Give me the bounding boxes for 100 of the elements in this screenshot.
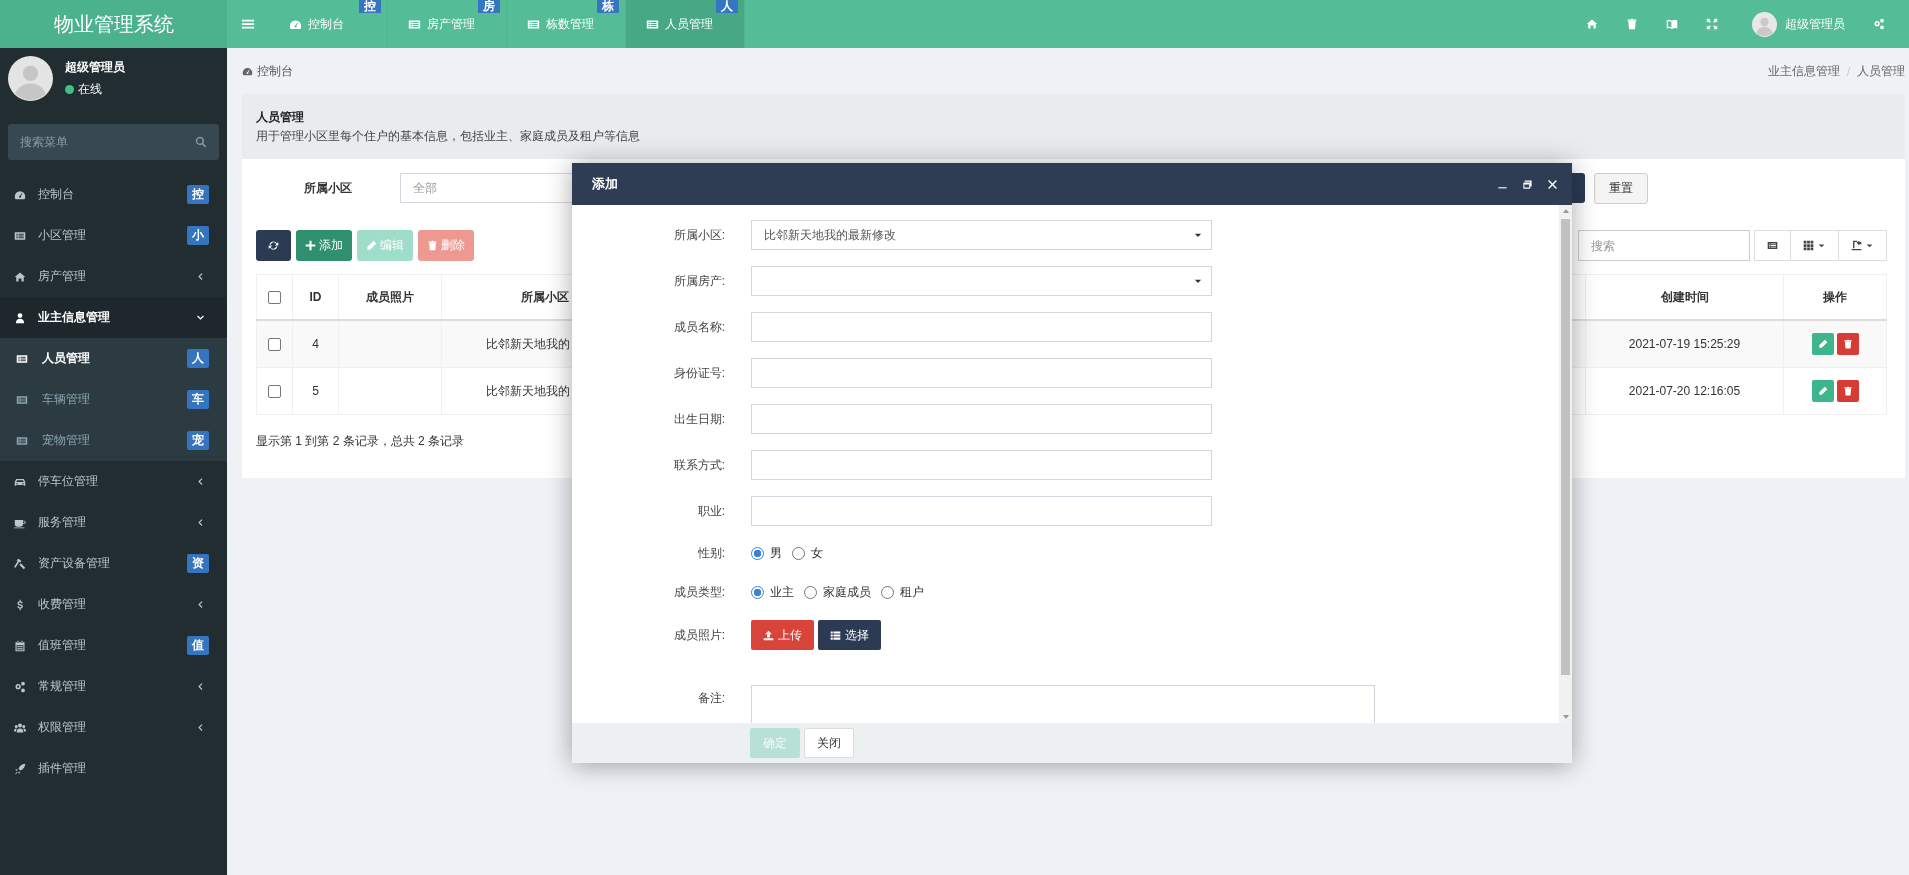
- radio-option[interactable]: 租户: [881, 583, 924, 601]
- search-icon[interactable]: [195, 136, 207, 148]
- search-field[interactable]: 搜索菜单: [8, 124, 219, 160]
- menu-icon[interactable]: [241, 17, 255, 31]
- nav-tab[interactable]: 控制台 控: [269, 0, 388, 48]
- input-field[interactable]: [751, 358, 1212, 388]
- radio-label[interactable]: 家庭成员: [823, 583, 871, 601]
- trash-icon[interactable]: [1626, 18, 1638, 30]
- radio-button[interactable]: [804, 585, 817, 599]
- row-checkbox[interactable]: [268, 338, 281, 352]
- menu-item[interactable]: 常规管理: [0, 666, 227, 707]
- rocket-icon: [14, 762, 26, 775]
- field-label: 备注:: [696, 690, 725, 707]
- input-field[interactable]: [751, 496, 1212, 526]
- home-icon[interactable]: [1586, 18, 1598, 30]
- menu-item[interactable]: 收费管理: [0, 584, 227, 625]
- fullscreen-icon[interactable]: [1706, 18, 1718, 30]
- export-button[interactable]: [1838, 230, 1887, 261]
- user-name: 超级管理员: [65, 59, 125, 76]
- delete-button[interactable]: [1836, 380, 1859, 402]
- breadcrumb-item[interactable]: 人员管理: [1857, 62, 1905, 80]
- list-icon: [527, 17, 540, 31]
- menu-item[interactable]: 业主信息管理: [0, 297, 227, 338]
- radio-label[interactable]: 业主: [770, 583, 794, 601]
- menu-item[interactable]: 权限管理: [0, 707, 227, 748]
- maximize-icon[interactable]: [1522, 178, 1533, 190]
- menu-item[interactable]: 资产设备管理 资: [0, 543, 227, 584]
- radio-option[interactable]: 家庭成员: [804, 583, 871, 601]
- breadcrumb-home[interactable]: 控制台: [257, 62, 293, 80]
- book-icon[interactable]: [1666, 18, 1678, 30]
- field-label: 所属房产:: [672, 272, 725, 290]
- radio-option[interactable]: 业主: [751, 583, 794, 601]
- status-dot: [65, 85, 74, 94]
- table-cell: 2021-07-20 12:16:05: [1585, 367, 1784, 415]
- caret-icon: [1865, 241, 1874, 250]
- submenu-item[interactable]: 人员管理 人: [0, 338, 227, 379]
- select-field[interactable]: [751, 266, 1212, 296]
- menu-item[interactable]: 停车位管理: [0, 461, 227, 502]
- close-button[interactable]: 关闭: [804, 728, 854, 758]
- home-icon: [14, 270, 26, 283]
- field-label: 所属小区:: [672, 226, 725, 244]
- refresh-icon: [268, 240, 279, 251]
- close-icon[interactable]: [1547, 178, 1558, 190]
- add-button[interactable]: 添加: [296, 230, 352, 261]
- menu-badge: 车: [187, 390, 209, 409]
- menu-item[interactable]: 值班管理 值: [0, 625, 227, 666]
- input-field[interactable]: [751, 450, 1212, 480]
- delete-button[interactable]: [1836, 333, 1859, 355]
- table-cell: 4: [292, 320, 339, 368]
- radio-label[interactable]: 租户: [900, 583, 924, 601]
- upload-button[interactable]: 上传: [751, 620, 814, 650]
- menu-item[interactable]: 插件管理: [0, 748, 227, 789]
- menu-badge: 控: [187, 185, 209, 204]
- edit-button[interactable]: [1811, 333, 1834, 355]
- export-icon: [1851, 240, 1862, 251]
- radio-option[interactable]: 女: [792, 544, 823, 562]
- menu-item[interactable]: 控制台 控: [0, 174, 227, 215]
- scrollbar[interactable]: [1559, 205, 1572, 723]
- radio-button[interactable]: [751, 546, 764, 560]
- list-view-button[interactable]: [1754, 230, 1791, 261]
- radio-button[interactable]: [881, 585, 894, 599]
- list-icon: [646, 17, 659, 31]
- field-label: 职业:: [696, 502, 725, 520]
- pencil-icon: [1817, 339, 1828, 349]
- radio-label[interactable]: 女: [811, 544, 823, 562]
- radio-button[interactable]: [792, 546, 805, 560]
- input-field[interactable]: [751, 404, 1212, 434]
- gears-icon: [14, 680, 26, 693]
- chevron-down-icon: [196, 313, 205, 322]
- user-icon: [14, 311, 26, 324]
- search-field[interactable]: 搜索: [1578, 230, 1750, 261]
- choose-button[interactable]: 选择: [818, 620, 881, 650]
- radio-label[interactable]: 男: [770, 544, 782, 562]
- select-all-checkbox[interactable]: [268, 291, 281, 305]
- submenu-item[interactable]: 车辆管理 车: [0, 379, 227, 420]
- reset-button[interactable]: 重置: [1594, 172, 1648, 204]
- radio-button[interactable]: [751, 585, 764, 599]
- columns-button[interactable]: [1790, 230, 1839, 261]
- edit-button[interactable]: [1811, 380, 1834, 402]
- field-label: 成员类型:: [672, 583, 725, 601]
- radio-option[interactable]: 男: [751, 544, 782, 562]
- row-checkbox[interactable]: [268, 385, 281, 399]
- nav-tab[interactable]: 人员管理 人: [626, 0, 745, 48]
- input-field[interactable]: [751, 312, 1212, 342]
- table-cell: 比邻新天地我的: [486, 383, 570, 398]
- trash-icon: [1842, 339, 1853, 349]
- submenu-item[interactable]: 宠物管理 宠: [0, 420, 227, 461]
- settings-icon[interactable]: [1873, 18, 1885, 30]
- refresh-button[interactable]: [256, 230, 291, 261]
- nav-tab[interactable]: 房产管理 房: [388, 0, 507, 48]
- breadcrumb-item[interactable]: 业主信息管理: [1768, 62, 1840, 80]
- field-label: 成员名称:: [672, 318, 725, 336]
- chevron-left-icon: [196, 272, 205, 281]
- menu-item[interactable]: 小区管理 小: [0, 215, 227, 256]
- upload-icon: [763, 629, 774, 641]
- gauge-icon: [242, 65, 253, 77]
- select-field[interactable]: 比邻新天地我的最新修改: [751, 220, 1212, 250]
- menu-item[interactable]: 服务管理: [0, 502, 227, 543]
- avatar-icon[interactable]: [1752, 11, 1777, 37]
- menu-item[interactable]: 房产管理: [0, 256, 227, 297]
